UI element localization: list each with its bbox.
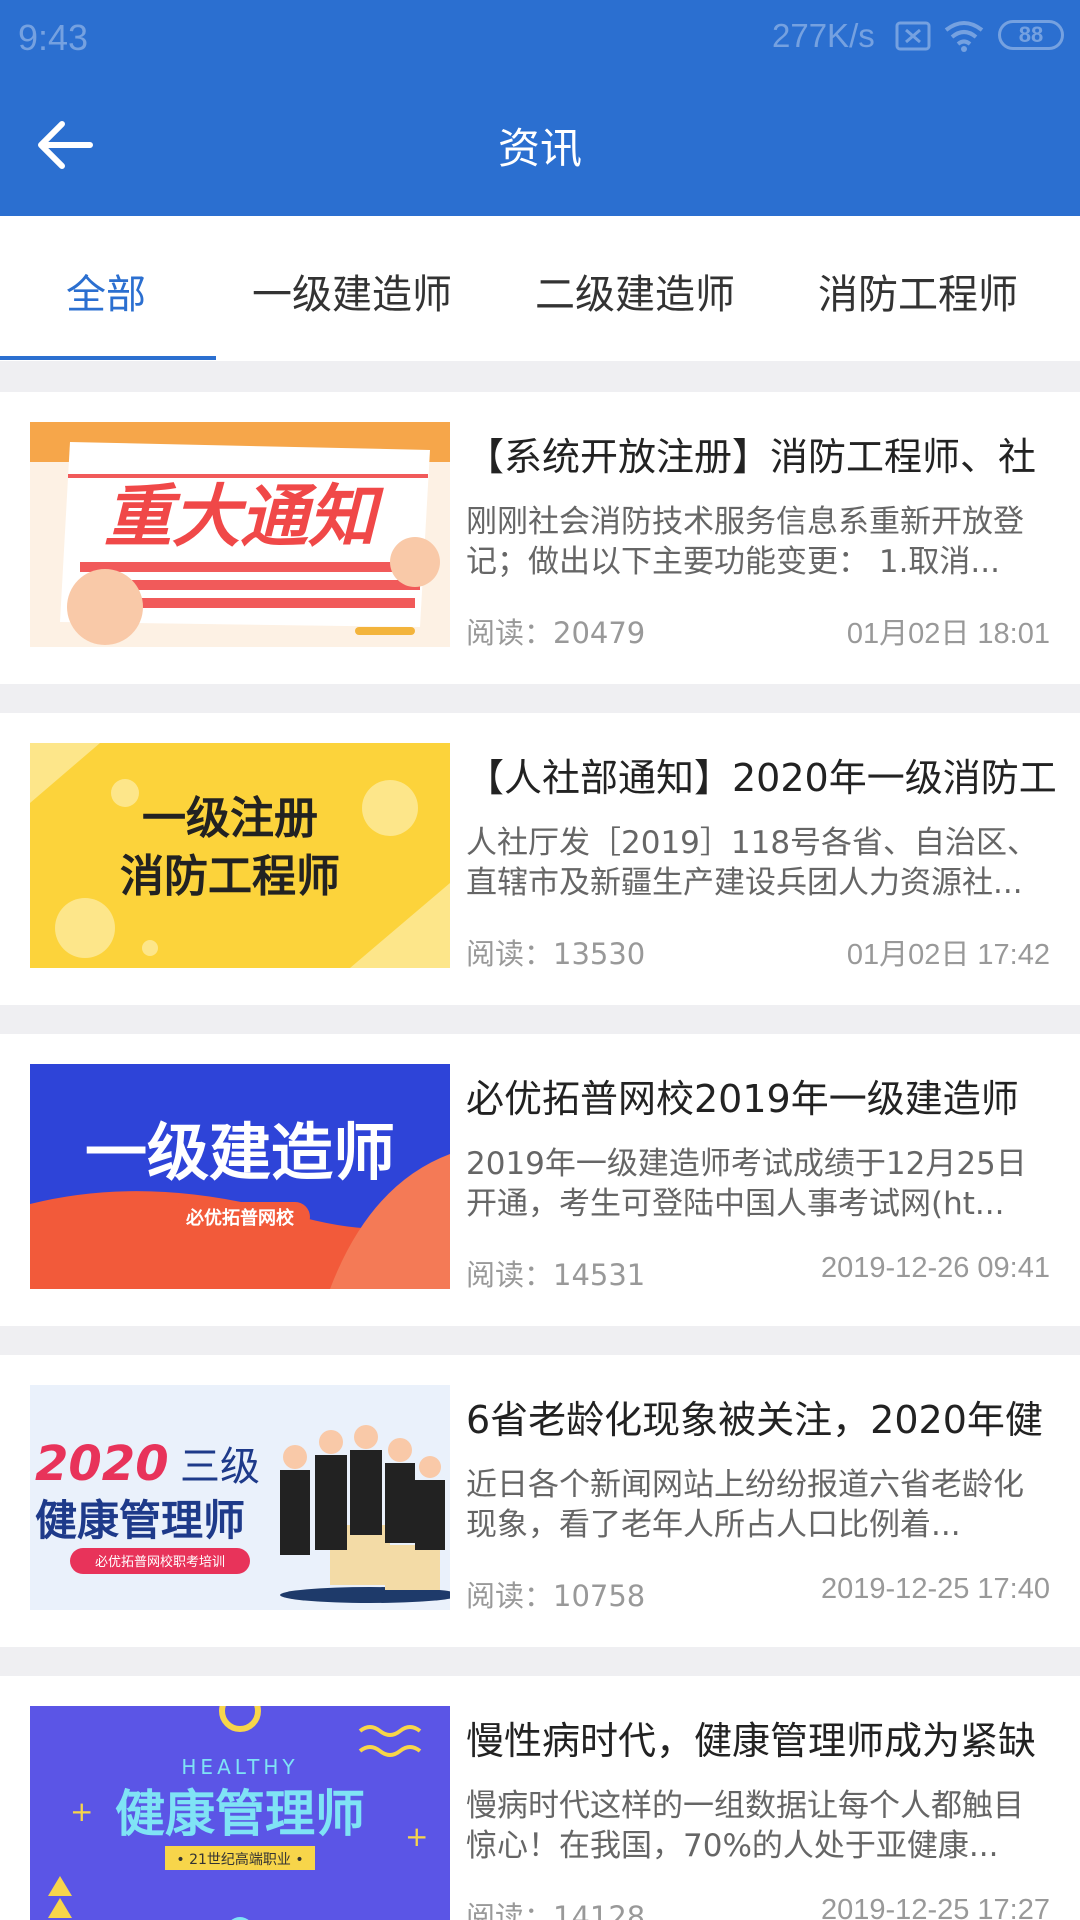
- article-date: 01月02日 17:42: [846, 939, 1050, 971]
- article-description: 刚刚社会消防技术服务信息系重新开放登记；做出以下主要功能变更： 1.取消...: [466, 504, 1024, 580]
- article-thumbnail: 2020 三级 健康管理师 必优拓普网校职考培训: [30, 1385, 450, 1610]
- thumb-badge: 必优拓普网校职考培训: [95, 1554, 225, 1570]
- article-card[interactable]: 2020 三级 健康管理师 必优拓普网校职考培训 6省老龄化现象被关注，2020…: [0, 1355, 1080, 1647]
- article-thumbnail: + + HEALTHY 健康管理师 • 21世纪高端职业 •: [30, 1706, 450, 1920]
- thumb-title: 一级建造师: [85, 1116, 395, 1189]
- article-thumbnail: 重大通知: [30, 422, 450, 647]
- thumb-line-2: 消防工程师: [120, 851, 340, 902]
- article-title: 慢性病时代，健康管理师成为紧缺: [466, 1719, 1037, 1763]
- article-date: 2019-12-25 17:40: [821, 1573, 1050, 1605]
- thumb-level: 三级: [180, 1444, 260, 1490]
- tab-first-class-constructor[interactable]: 一级建造师: [252, 262, 452, 320]
- battery-indicator: 88: [998, 20, 1064, 50]
- network-speed: 277K/s: [772, 17, 875, 54]
- status-time: 9:43: [18, 17, 89, 58]
- article-read-count: 阅读：14531: [466, 1258, 646, 1292]
- article-read-count: 阅读：10758: [466, 1579, 646, 1613]
- sim-icon: [895, 20, 931, 60]
- page-title: 资讯: [497, 124, 582, 173]
- article-date: 2019-12-26 09:41: [821, 1252, 1050, 1284]
- thumb-title: 健康管理师: [115, 1785, 365, 1843]
- status-bar: 9:43 277K/s 88: [0, 0, 1080, 75]
- wifi-icon: [944, 20, 984, 61]
- thumb-line-1: 一级注册: [142, 793, 318, 844]
- article-read-count: 阅读：14128: [466, 1900, 646, 1920]
- article-card[interactable]: + + HEALTHY 健康管理师 • 21世纪高端职业 • 慢性病时代，健康管…: [0, 1676, 1080, 1920]
- article-title: 【系统开放注册】消防工程师、社: [466, 435, 1037, 479]
- article-read-count: 阅读：20479: [466, 616, 646, 650]
- article-card[interactable]: 重大通知 【系统开放注册】消防工程师、社 刚刚社会消防技术服务信息系重新开放登记…: [0, 392, 1080, 684]
- thumb-year: 2020: [35, 1436, 169, 1492]
- tab-fire-engineer[interactable]: 消防工程师: [818, 262, 1018, 320]
- thumb-badge: 必优拓普网校: [185, 1207, 295, 1229]
- svg-text:+: +: [70, 1795, 93, 1828]
- article-thumbnail: 一级注册 消防工程师: [30, 743, 450, 968]
- app-header: 9:43 277K/s 88 资讯: [0, 0, 1080, 216]
- article-title: 6省老龄化现象被关注，2020年健: [466, 1398, 1043, 1442]
- article-title: 必优拓普网校2019年一级建造师: [466, 1077, 1019, 1121]
- article-date: 01月02日 18:01: [846, 618, 1050, 650]
- active-tab-indicator: [0, 356, 216, 360]
- article-title: 【人社部通知】2020年一级消防工: [466, 756, 1056, 800]
- article-read-count: 阅读：13530: [466, 937, 646, 971]
- tab-second-class-constructor[interactable]: 二级建造师: [535, 262, 735, 320]
- thumb-banner-text: 重大通知: [104, 478, 384, 557]
- article-description: 近日各个新闻网站上纷纷报道六省老龄化现象，看了老年人所占人口比例着...: [466, 1467, 1024, 1543]
- article-description: 人社厅发［2019］118号各省、自治区、直辖市及新疆生产建设兵团人力资源社..…: [466, 825, 1039, 901]
- svg-text:+: +: [405, 1820, 428, 1853]
- article-thumbnail: 一级建造师 必优拓普网校: [30, 1064, 450, 1289]
- category-tabs: 全部 一级建造师 二级建造师 消防工程师: [0, 216, 1080, 361]
- article-card[interactable]: 一级建造师 必优拓普网校 必优拓普网校2019年一级建造师 2019年一级建造师…: [0, 1034, 1080, 1326]
- article-date: 2019-12-25 17:27: [821, 1894, 1050, 1920]
- thumb-subtitle: • 21世纪高端职业 •: [176, 1851, 303, 1868]
- article-card[interactable]: 一级注册 消防工程师 【人社部通知】2020年一级消防工 人社厅发［2019］1…: [0, 713, 1080, 1005]
- thumb-title: 健康管理师: [35, 1496, 245, 1545]
- article-description: 慢病时代这样的一组数据让每个人都触目惊心！在我国，70%的人处于亚健康...: [466, 1788, 1024, 1864]
- article-description: 2019年一级建造师考试成绩于12月25日开通，考生可登陆中国人事考试网(ht.…: [466, 1146, 1027, 1222]
- tab-all[interactable]: 全部: [66, 262, 146, 320]
- thumb-en-label: HEALTHY: [181, 1755, 298, 1779]
